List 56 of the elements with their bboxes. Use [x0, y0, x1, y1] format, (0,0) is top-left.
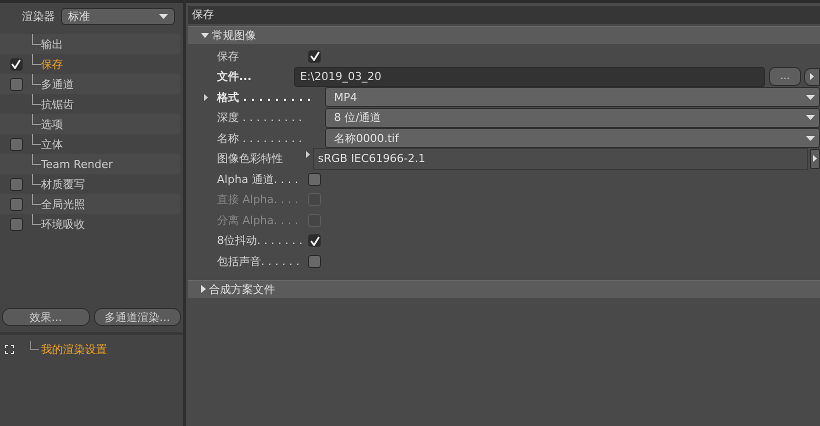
checkbox[interactable]: [10, 58, 22, 70]
color-profile-field[interactable]: sRGB IEC61966-2.1: [313, 148, 808, 170]
tree-item[interactable]: 保存: [41, 56, 63, 72]
checkbox[interactable]: [308, 172, 321, 186]
tree-item[interactable]: 输出: [41, 36, 63, 52]
renderer-label: 渲染器: [22, 9, 55, 24]
focus-icon: [5, 344, 14, 354]
tree-item[interactable]: 全局光照: [41, 196, 85, 212]
checkbox[interactable]: [10, 218, 22, 230]
panel-button[interactable]: 效果...: [2, 308, 90, 326]
file-path-field[interactable]: E:\2019_03_20: [294, 66, 765, 87]
option-label: 分离 Alpha. . . .: [217, 212, 300, 228]
expand-arrow-icon[interactable]: [204, 94, 208, 101]
tree-item[interactable]: 抗锯齿: [41, 96, 74, 112]
expand-triangle-icon: [201, 285, 206, 293]
dropdown[interactable]: 8 位/通道: [325, 108, 820, 128]
checkbox[interactable]: [308, 234, 321, 248]
tree-item[interactable]: 材质覆写: [41, 176, 85, 192]
tree-item[interactable]: 多通道: [41, 76, 74, 92]
dropdown[interactable]: 名称0000.tif: [325, 128, 820, 148]
checkbox[interactable]: [10, 198, 22, 210]
tree-item[interactable]: 立体: [41, 136, 63, 152]
collapse-triangle-icon: [201, 33, 209, 38]
caret-icon: [806, 136, 815, 141]
option-label: 图像色彩特性: [217, 151, 284, 166]
checkbox[interactable]: [308, 50, 321, 63]
option-label: 名称 . . . . . . . . .: [217, 130, 303, 146]
render-setting-item[interactable]: 我的渲染设置: [41, 342, 107, 356]
caret-icon: [806, 115, 815, 120]
triangle-icon: [813, 155, 817, 162]
arrow-button[interactable]: [810, 148, 820, 169]
section-header[interactable]: 常规图像: [188, 26, 820, 44]
option-label: 8位抖动. . . . . . .: [217, 233, 304, 248]
browse-button[interactable]: ...: [769, 67, 801, 86]
caret-icon: [159, 14, 168, 19]
caret-icon: [806, 94, 815, 100]
tree-item[interactable]: 环境吸收: [41, 216, 85, 232]
option-label: 格式 . . . . . . . . .: [217, 90, 312, 105]
panel-title: 保存: [188, 6, 820, 24]
option-label: 深度 . . . . . . . . .: [217, 110, 303, 126]
checkbox[interactable]: [10, 78, 22, 90]
renderer-dropdown[interactable]: 标准: [61, 8, 175, 25]
panel-button[interactable]: 多通道渲染...: [94, 308, 181, 326]
checkbox[interactable]: [308, 254, 321, 268]
arrow-button[interactable]: [804, 68, 820, 86]
dropdown[interactable]: MP4: [325, 87, 820, 108]
option-label: 直接 Alpha. . . .: [217, 192, 300, 208]
triangle-icon: [810, 73, 814, 80]
tree-item[interactable]: 选项: [41, 116, 63, 132]
option-label: 包括声音. . . . . .: [217, 254, 300, 269]
expand-arrow-icon[interactable]: [306, 151, 310, 158]
section-header[interactable]: 合成方案文件: [188, 280, 820, 298]
checkbox[interactable]: [10, 138, 22, 150]
option-label: Alpha 通道. . . .: [217, 172, 300, 187]
checkbox[interactable]: [10, 178, 22, 190]
option-label: 保存: [217, 48, 240, 64]
